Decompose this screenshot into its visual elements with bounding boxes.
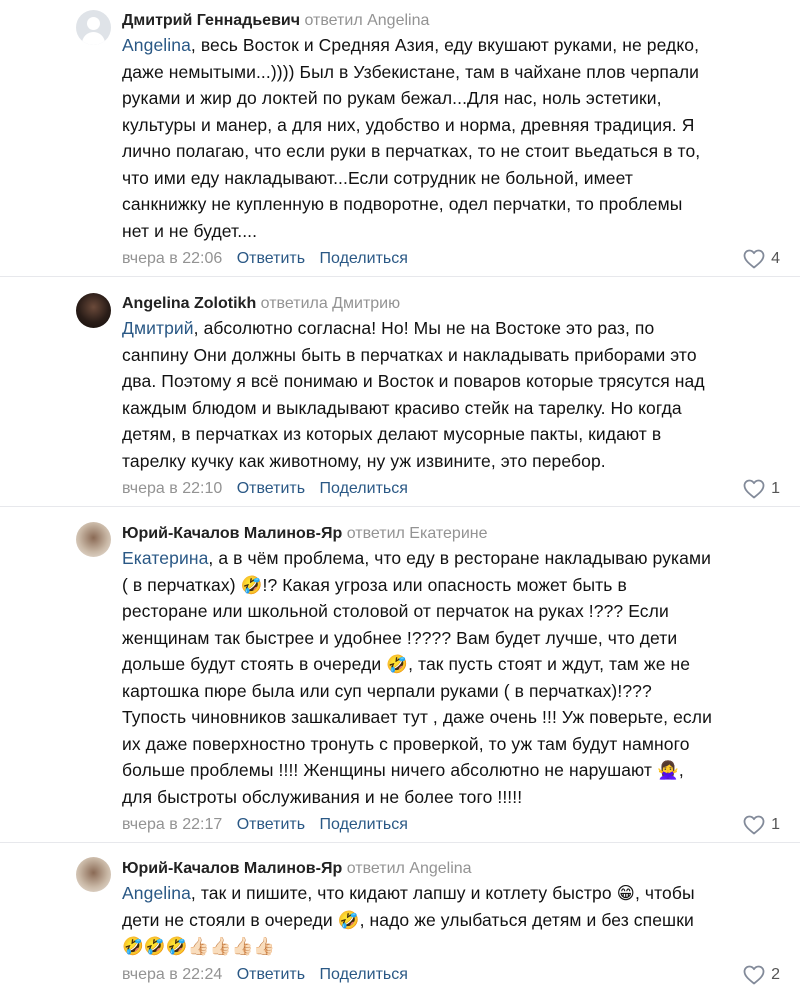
comment-date[interactable]: вчера в 22:24 — [122, 966, 222, 983]
comment-text-line: даже немытыми...)))) Был в Узбекистане, … — [122, 61, 700, 82]
comment-header: Angelina Zolotikh ответила Дмитрию — [122, 293, 780, 315]
comment-body: Angelina Zolotikh ответила Дмитрию Дмитр… — [122, 293, 780, 504]
comment-body: Юрий-Качалов Малинов-Яр ответил Екатерин… — [122, 523, 780, 840]
like-button[interactable]: 2 — [743, 960, 780, 990]
comment-text-line: Angelina, так и пишите, что кидают лапшу… — [122, 880, 780, 907]
heart-outline-icon — [743, 249, 765, 269]
comment-text-line: ресторане или школьной столовой от перча… — [122, 601, 669, 621]
avatar[interactable] — [76, 293, 111, 328]
author-name[interactable]: Дмитрий Геннадьевич — [122, 12, 300, 29]
comment-text-line: Тупость чиновников зашкаливает тут , даж… — [122, 707, 712, 727]
share-button[interactable]: Поделиться — [320, 966, 408, 983]
author-name[interactable]: Юрий-Качалов Малинов-Яр — [122, 860, 342, 877]
comment-text-line: 🤣🤣🤣👍🏻👍🏻👍🏻👍🏻 — [122, 936, 276, 956]
heart-outline-icon — [743, 479, 765, 499]
reply-button[interactable]: Ответить — [237, 816, 305, 833]
comment-text-line: два. Поэтому я всё понимаю и Восток и по… — [122, 371, 705, 391]
comment-text-line: дольше будут стоять в очереди 🤣, так пус… — [122, 654, 691, 674]
reply-button[interactable]: Ответить — [237, 966, 305, 983]
comment-text-line: картошка пюре была или суп черпали рукам… — [122, 680, 652, 701]
comment-text-segment: , а в чём проблема, что еду в ресторане … — [208, 548, 711, 568]
comment-text-line: больше проблемы !!!! Женщины ничего абсо… — [122, 760, 684, 780]
share-button[interactable]: Поделиться — [320, 816, 408, 833]
avatar[interactable] — [76, 522, 111, 557]
reply-button[interactable]: Ответить — [237, 250, 305, 267]
comment-text-line: тарелку кучку как животному, ну уж извин… — [122, 450, 606, 471]
comment-text-line: культуры и манер, а для них, удобство и … — [122, 114, 695, 135]
comment-text-line: санкнижку не купленную в подворотне, оде… — [122, 194, 683, 214]
comment-text-line: лично полагаю, что если руки в перчатках… — [122, 141, 701, 161]
like-count: 1 — [771, 816, 780, 833]
comment-footer: вчера в 22:24 Ответить Поделиться 2 — [122, 960, 780, 990]
comment: Юрий-Качалов Малинов-Яр ответил Екатерин… — [0, 515, 800, 843]
comment-text-segment: , абсолютно согласна! Но! Мы не на Восто… — [193, 318, 655, 338]
comment-text-line: их даже поверхностно тронуть с проверкой… — [122, 733, 690, 754]
comment-body: Дмитрий Геннадьевич ответил Angelina Ang… — [122, 10, 780, 274]
comment-text-segment: , весь Восток и Средняя Азия, еду вкушаю… — [190, 35, 700, 55]
comment-text-line: каждым блюдом и выкладывают красиво стей… — [122, 397, 682, 418]
comment-text: Angelina, весь Восток и Средняя Азия, ед… — [122, 32, 780, 244]
like-button[interactable]: 4 — [743, 244, 780, 274]
comment-text-line: ( в перчатках) 🤣!? Какая угроза или опас… — [122, 574, 627, 595]
comment-text-line: Дмитрий, абсолютно согласна! Но! Мы не н… — [122, 315, 780, 342]
comment: Angelina Zolotikh ответила Дмитрию Дмитр… — [0, 285, 800, 507]
reply-to-text[interactable]: ответил Angelina — [347, 860, 472, 877]
comment-text-line: для быстроты обслуживания и не более тог… — [122, 786, 523, 807]
comment-text-line: что ими еду накладывают...Если сотрудник… — [122, 167, 633, 188]
default-avatar-icon[interactable] — [76, 10, 111, 45]
mention-link[interactable]: Екатерина — [122, 548, 208, 568]
author-name[interactable]: Angelina Zolotikh — [122, 295, 256, 312]
like-count: 1 — [771, 480, 780, 497]
comment: Дмитрий Геннадьевич ответил Angelina Ang… — [0, 0, 800, 277]
heart-outline-icon — [743, 815, 765, 835]
comment-text-segment: , так и пишите, что кидают лапшу и котле… — [190, 883, 695, 903]
share-button[interactable]: Поделиться — [320, 480, 408, 497]
comment: Юрий-Качалов Малинов-Яр ответил Angelina… — [0, 850, 800, 992]
comment-text-line: детям, в перчатках из которых делают мус… — [122, 424, 662, 444]
like-count: 2 — [771, 965, 780, 983]
mention-link[interactable]: Angelina — [122, 883, 191, 903]
comment-text-line: нет и не будет.... — [122, 220, 258, 241]
comment-footer: вчера в 22:06 Ответить Поделиться 4 — [122, 244, 780, 274]
reply-to-text[interactable]: ответил Екатерине — [347, 525, 488, 542]
comment-text: Дмитрий, абсолютно согласна! Но! Мы не н… — [122, 315, 780, 474]
heart-outline-icon — [743, 965, 765, 985]
comment-text-line: дети не стояли в очереди 🤣, надо же улыб… — [122, 909, 694, 930]
comment-text-line: женщинам так быстрее и удобнее !???? Вам… — [122, 627, 678, 648]
comment-text-line: Екатерина, а в чём проблема, что еду в р… — [122, 545, 780, 572]
mention-link[interactable]: Angelina — [122, 35, 191, 55]
like-button[interactable]: 1 — [743, 810, 780, 840]
author-name[interactable]: Юрий-Качалов Малинов-Яр — [122, 525, 342, 542]
comment-date[interactable]: вчера в 22:10 — [122, 480, 222, 497]
comment-header: Юрий-Качалов Малинов-Яр ответил Angelina — [122, 858, 780, 880]
reply-to-text[interactable]: ответил Angelina — [304, 12, 429, 29]
comment-date[interactable]: вчера в 22:06 — [122, 250, 222, 267]
comment-text-line: руками и жир до локтей по рукам бежал...… — [122, 88, 662, 108]
reply-button[interactable]: Ответить — [237, 480, 305, 497]
share-button[interactable]: Поделиться — [320, 250, 408, 267]
mention-link[interactable]: Дмитрий — [122, 318, 194, 338]
comment-footer: вчера в 22:10 Ответить Поделиться 1 — [122, 474, 780, 504]
comment-header: Юрий-Качалов Малинов-Яр ответил Екатерин… — [122, 523, 780, 545]
reply-to-text[interactable]: ответила Дмитрию — [261, 295, 400, 312]
comment-text-line: Angelina, весь Восток и Средняя Азия, ед… — [122, 32, 780, 59]
comment-text: Angelina, так и пишите, что кидают лапшу… — [122, 880, 780, 960]
comment-header: Дмитрий Геннадьевич ответил Angelina — [122, 10, 780, 32]
comment-footer: вчера в 22:17 Ответить Поделиться 1 — [122, 810, 780, 840]
comment-text-line: санпину Они должны быть в перчатках и на… — [122, 344, 697, 365]
comment-date[interactable]: вчера в 22:17 — [122, 816, 222, 833]
like-count: 4 — [771, 250, 780, 267]
comment-body: Юрий-Качалов Малинов-Яр ответил Angelina… — [122, 858, 780, 990]
comment-text: Екатерина, а в чём проблема, что еду в р… — [122, 545, 780, 810]
avatar[interactable] — [76, 857, 111, 892]
like-button[interactable]: 1 — [743, 474, 780, 504]
